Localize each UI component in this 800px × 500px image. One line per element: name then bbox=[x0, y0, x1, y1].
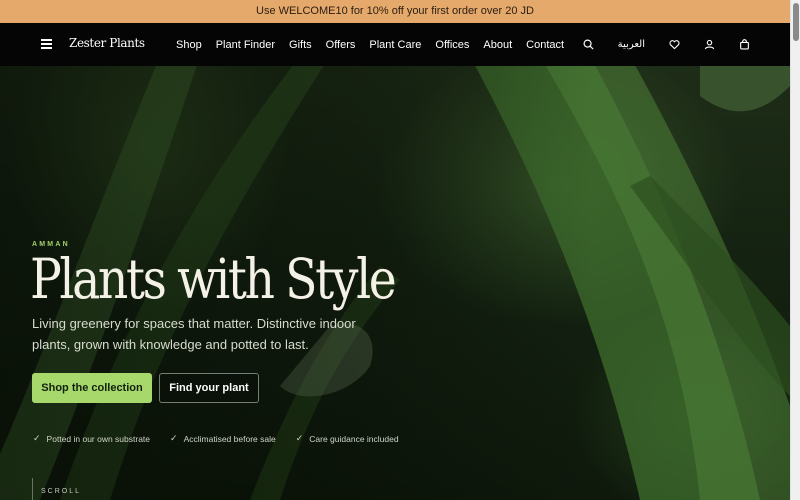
check-icon: ✓ bbox=[295, 433, 304, 443]
bag-icon[interactable] bbox=[738, 39, 750, 51]
page-scrollbar[interactable] bbox=[790, 0, 800, 500]
feature-label: Acclimatised before sale bbox=[183, 433, 276, 444]
nav-link-gifts[interactable]: Gifts bbox=[289, 39, 312, 51]
nav-link-shop[interactable]: Shop bbox=[176, 39, 202, 51]
announcement-bar: Use WELCOME10 for 10% off your first ord… bbox=[0, 0, 790, 23]
site-logo[interactable]: Zester Plants bbox=[69, 36, 145, 50]
nav-link-plant-finder[interactable]: Plant Finder bbox=[216, 39, 275, 51]
heart-icon[interactable] bbox=[668, 39, 680, 51]
hamburger-menu-icon[interactable] bbox=[41, 39, 52, 49]
nav-link-plant-care[interactable]: Plant Care bbox=[369, 39, 421, 51]
announcement-text: Use WELCOME10 for 10% off your first ord… bbox=[256, 5, 534, 17]
site-header: Zester Plants Shop Plant Finder Gifts Of… bbox=[0, 23, 790, 66]
feature-item: ✓ Acclimatised before sale bbox=[170, 433, 276, 444]
search-icon[interactable] bbox=[583, 39, 595, 51]
nav-link-about[interactable]: About bbox=[483, 39, 512, 51]
feature-label: Potted in our own substrate bbox=[46, 433, 151, 444]
feature-label: Care guidance included bbox=[309, 433, 399, 444]
user-icon[interactable] bbox=[703, 39, 715, 51]
scroll-indicator[interactable]: SCROLL bbox=[32, 478, 81, 500]
hero-section: AMMAN Plants with Style Living greenery … bbox=[0, 66, 790, 500]
feature-item: ✓ Potted in our own substrate bbox=[33, 433, 150, 444]
check-icon: ✓ bbox=[170, 433, 178, 443]
language-switch[interactable]: العربية bbox=[618, 39, 645, 50]
scrollbar-thumb[interactable] bbox=[793, 3, 799, 41]
hero-headline: Plants with Style bbox=[30, 247, 397, 311]
nav-link-offices[interactable]: Offices bbox=[435, 39, 469, 51]
feature-item: ✓ Care guidance included bbox=[296, 433, 399, 444]
find-plant-button[interactable]: Find your plant bbox=[159, 373, 259, 403]
nav-link-offers[interactable]: Offers bbox=[326, 39, 356, 51]
header-actions: العربية bbox=[560, 23, 750, 66]
hero-subtitle: Living greenery for spaces that matter. … bbox=[32, 316, 356, 352]
main-nav: Shop Plant Finder Gifts Offers Plant Car… bbox=[176, 23, 578, 66]
feature-list: ✓ Potted in our own substrate ✓ Acclimat… bbox=[33, 433, 419, 444]
shop-collection-button[interactable]: Shop the collection bbox=[32, 373, 152, 403]
check-icon: ✓ bbox=[33, 433, 41, 443]
nav-link-contact[interactable]: Contact bbox=[526, 39, 564, 51]
